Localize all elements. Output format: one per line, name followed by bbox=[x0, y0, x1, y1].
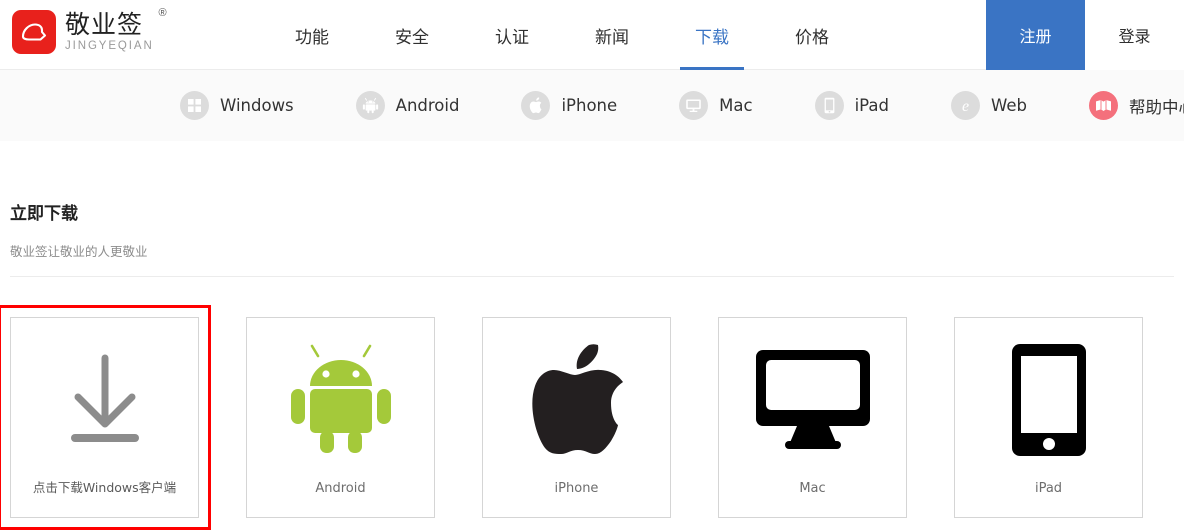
download-card-label-android: Android bbox=[315, 481, 366, 496]
page-subtitle: 敬业签让敬业的人更敬业 bbox=[10, 244, 148, 259]
download-card-iphone[interactable]: iPhone bbox=[482, 317, 671, 518]
brand-name-cn: 敬业签 bbox=[65, 9, 144, 39]
ipad-tablet-icon bbox=[955, 318, 1142, 481]
subnav-item-windows[interactable]: Windows bbox=[180, 91, 294, 120]
nav-item-pricing[interactable]: 价格 bbox=[762, 0, 862, 70]
subnav-item-iphone[interactable]: iPhone bbox=[521, 91, 617, 120]
download-card-slot-ipad: iPad bbox=[954, 317, 1143, 518]
subnav-item-android[interactable]: Android bbox=[355, 91, 460, 120]
imac-monitor-icon bbox=[719, 318, 906, 481]
download-card-mac[interactable]: Mac bbox=[718, 317, 907, 518]
subnav-item-mac[interactable]: Mac bbox=[679, 91, 753, 120]
page-title: 立即下载 bbox=[10, 204, 78, 224]
download-card-slot-iphone: iPhone bbox=[482, 317, 671, 518]
download-page-main: 立即下载 敬业签让敬业的人更敬业 点击下载Windows客户端 Android … bbox=[0, 199, 1184, 530]
site-header: 敬业签 ® JINGYEQIAN 功能 安全 认证 新闻 下载 价格 注册 登录 bbox=[0, 0, 1184, 70]
download-card-slot-android: Android bbox=[246, 317, 435, 518]
nav-item-news[interactable]: 新闻 bbox=[562, 0, 662, 70]
ie-browser-icon: e bbox=[950, 91, 980, 120]
download-card-windows[interactable]: 点击下载Windows客户端 bbox=[10, 317, 199, 518]
svg-text:e: e bbox=[962, 98, 969, 115]
subnav-label-web: Web bbox=[990, 96, 1027, 115]
registered-mark: ® bbox=[158, 6, 167, 19]
monitor-icon bbox=[679, 91, 709, 120]
nav-item-features[interactable]: 功能 bbox=[262, 0, 362, 70]
download-card-ipad[interactable]: iPad bbox=[954, 317, 1143, 518]
apple-logo-icon bbox=[483, 318, 670, 481]
download-card-slot-mac: Mac bbox=[718, 317, 907, 518]
download-card-slot-windows: 点击下载Windows客户端 bbox=[0, 305, 211, 530]
brand-logo[interactable]: 敬业签 ® JINGYEQIAN bbox=[12, 7, 167, 54]
nav-item-download[interactable]: 下载 bbox=[662, 0, 762, 70]
section-divider bbox=[10, 276, 1174, 277]
download-card-label-iphone: iPhone bbox=[554, 481, 599, 496]
subnav-item-web[interactable]: e Web bbox=[950, 91, 1027, 120]
subnav-label-iphone: iPhone bbox=[561, 96, 618, 115]
download-card-label-windows: 点击下载Windows客户端 bbox=[32, 480, 177, 495]
subnav-label-help-center: 帮助中心 bbox=[1128, 97, 1184, 117]
android-robot-icon bbox=[247, 318, 434, 481]
download-card-label-ipad: iPad bbox=[1034, 481, 1063, 496]
platform-subnav: Windows Android iPhone Mac iPad e Web 帮助… bbox=[0, 70, 1184, 141]
windows-icon bbox=[180, 91, 209, 120]
download-arrow-icon bbox=[11, 318, 198, 477]
download-card-grid: 点击下载Windows客户端 Android iPhone Mac iPad bbox=[0, 305, 1174, 530]
nav-item-security[interactable]: 安全 bbox=[362, 0, 462, 70]
android-icon bbox=[355, 91, 385, 120]
subnav-label-ipad: iPad bbox=[854, 96, 889, 115]
download-card-android[interactable]: Android bbox=[246, 317, 435, 518]
login-button[interactable]: 登录 bbox=[1085, 0, 1184, 70]
download-card-label-mac: Mac bbox=[799, 481, 826, 496]
tablet-icon bbox=[814, 91, 844, 120]
auth-actions: 注册 登录 bbox=[986, 0, 1184, 70]
register-button[interactable]: 注册 bbox=[986, 0, 1085, 70]
subnav-label-android: Android bbox=[395, 96, 460, 115]
apple-icon bbox=[521, 91, 551, 120]
book-icon bbox=[1088, 91, 1118, 120]
subnav-label-windows: Windows bbox=[220, 96, 294, 115]
subnav-item-help-center[interactable]: 帮助中心 bbox=[1088, 91, 1184, 120]
brand-text: 敬业签 ® JINGYEQIAN bbox=[65, 7, 167, 53]
subnav-label-mac: Mac bbox=[719, 96, 753, 115]
nav-item-certification[interactable]: 认证 bbox=[462, 0, 562, 70]
jingyeqian-logo-icon bbox=[12, 10, 56, 54]
main-navigation: 功能 安全 认证 新闻 下载 价格 bbox=[262, 0, 862, 70]
brand-name-en: JINGYEQIAN bbox=[65, 39, 154, 52]
subnav-item-ipad[interactable]: iPad bbox=[814, 91, 889, 120]
